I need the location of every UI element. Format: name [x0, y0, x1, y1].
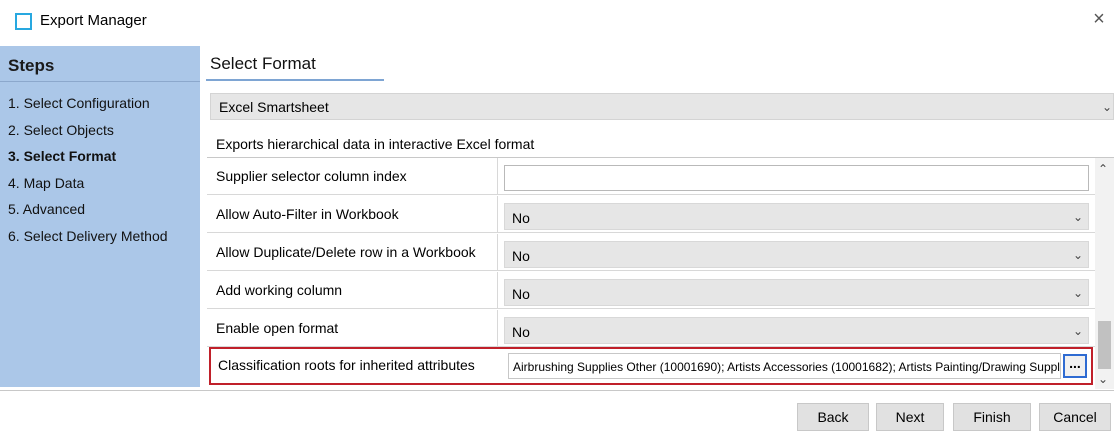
dropdown-value: No	[512, 286, 530, 302]
dropdown-value: No	[512, 324, 530, 340]
property-row: Supplier selector column index	[207, 158, 1095, 195]
property-row: Enable open format No ⌄	[207, 310, 1095, 347]
classification-roots-value[interactable]: Airbrushing Supplies Other (10001690); A…	[508, 353, 1061, 379]
chevron-down-icon: ⌄	[1073, 210, 1084, 224]
step-select-objects[interactable]: 2. Select Objects	[8, 122, 114, 138]
step-advanced[interactable]: 5. Advanced	[8, 201, 85, 217]
dropdown-value: No	[512, 248, 530, 264]
format-description: Exports hierarchical data in interactive…	[216, 136, 535, 152]
chevron-down-icon: ⌄	[1102, 100, 1113, 114]
browse-button[interactable]: ...	[1063, 354, 1087, 378]
cancel-button[interactable]: Cancel	[1039, 403, 1111, 431]
property-label: Enable open format	[216, 320, 339, 336]
column-divider	[497, 196, 498, 233]
next-button[interactable]: Next	[876, 403, 944, 431]
column-divider	[497, 272, 498, 309]
step-map-data[interactable]: 4. Map Data	[8, 175, 84, 191]
section-underline	[206, 79, 384, 81]
allow-duplicate-delete-row-dropdown[interactable]: No ⌄	[504, 241, 1089, 268]
column-divider	[497, 158, 498, 195]
property-label: Allow Duplicate/Delete row in a Workbook	[216, 244, 476, 260]
properties-grid: Supplier selector column index Allow Aut…	[207, 157, 1114, 389]
finish-button[interactable]: Finish	[953, 403, 1031, 431]
step-select-delivery-method[interactable]: 6. Select Delivery Method	[8, 228, 168, 244]
add-working-column-dropdown[interactable]: No ⌄	[504, 279, 1089, 306]
back-button[interactable]: Back	[797, 403, 869, 431]
classification-roots-text: Airbrushing Supplies Other (10001690); A…	[513, 360, 1061, 374]
column-divider	[497, 234, 498, 271]
close-icon[interactable]: ×	[1088, 8, 1110, 30]
scroll-thumb[interactable]	[1098, 321, 1111, 369]
property-row: Allow Auto-Filter in Workbook No ⌄	[207, 196, 1095, 233]
property-label: Classification roots for inherited attri…	[218, 357, 475, 373]
property-label: Allow Auto-Filter in Workbook	[216, 206, 399, 222]
dropdown-value: No	[512, 210, 530, 226]
property-row: Add working column No ⌄	[207, 272, 1095, 309]
sidebar-divider	[0, 81, 200, 82]
property-row: Allow Duplicate/Delete row in a Workbook…	[207, 234, 1095, 271]
chevron-down-icon: ⌄	[1073, 248, 1084, 262]
step-select-configuration[interactable]: 1. Select Configuration	[8, 95, 150, 111]
chevron-down-icon: ⌄	[1073, 324, 1084, 338]
scroll-down-icon[interactable]: ⌄	[1098, 372, 1108, 386]
supplier-selector-column-index-input[interactable]	[504, 165, 1089, 191]
footer-divider	[0, 390, 1114, 391]
format-select-value: Excel Smartsheet	[219, 99, 329, 115]
column-divider	[497, 310, 498, 347]
vertical-scrollbar[interactable]: ⌃ ⌄	[1095, 158, 1114, 389]
chevron-down-icon: ⌄	[1073, 286, 1084, 300]
highlighted-property-row: Classification roots for inherited attri…	[209, 347, 1093, 385]
allow-auto-filter-dropdown[interactable]: No ⌄	[504, 203, 1089, 230]
step-select-format[interactable]: 3. Select Format	[8, 148, 116, 164]
format-select[interactable]: Excel Smartsheet ⌄	[210, 93, 1114, 120]
sidebar-title: Steps	[8, 56, 55, 75]
enable-open-format-dropdown[interactable]: No ⌄	[504, 317, 1089, 344]
property-label: Supplier selector column index	[216, 168, 407, 184]
title-bar: Export Manager ×	[0, 0, 1114, 40]
section-title: Select Format	[210, 54, 316, 73]
app-window-icon	[15, 13, 32, 30]
scroll-up-icon[interactable]: ⌃	[1098, 162, 1108, 176]
property-label: Add working column	[216, 282, 343, 298]
window-title: Export Manager	[40, 12, 147, 29]
steps-sidebar: Steps 1. Select Configuration 2. Select …	[0, 46, 200, 387]
